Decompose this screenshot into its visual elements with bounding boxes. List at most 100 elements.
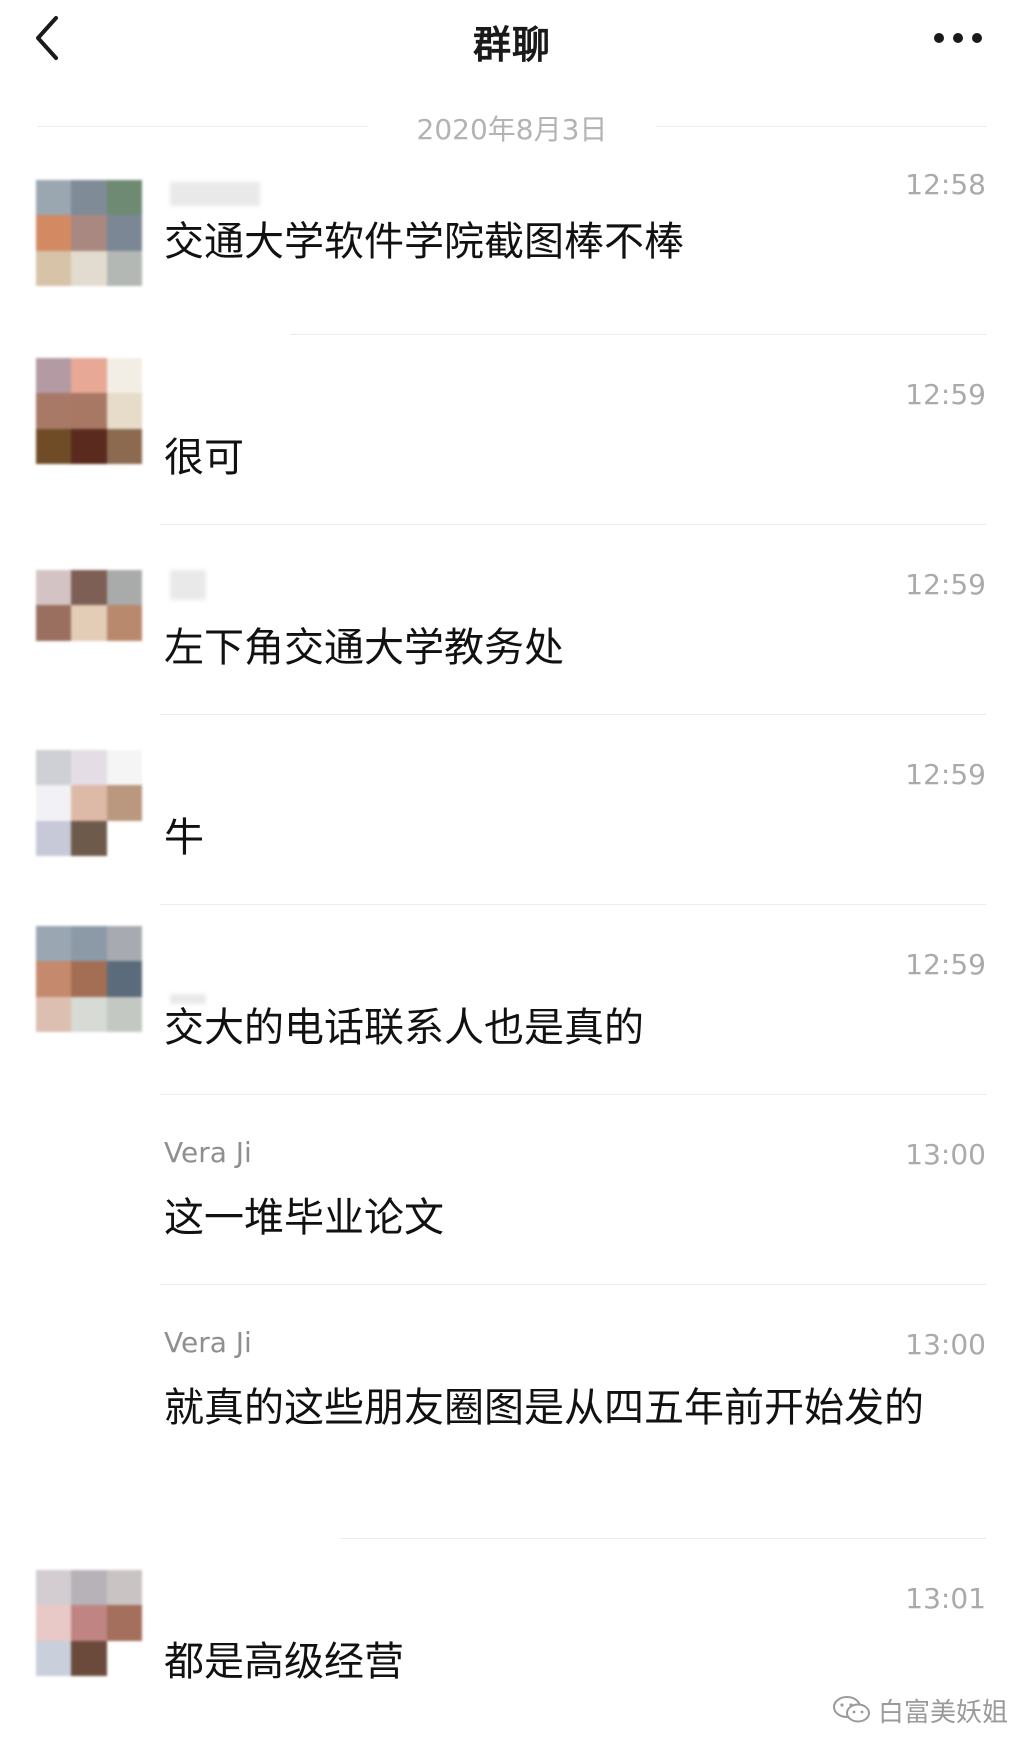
date-text: 2020年8月3日 (416, 113, 608, 146)
message-time: 12:59 (905, 758, 986, 791)
message-time: 12:59 (905, 568, 986, 601)
avatar-pixel (36, 820, 72, 856)
avatar-pixel (71, 640, 107, 676)
avatar-pixel (106, 250, 142, 286)
avatar-pixel (71, 180, 107, 216)
chat-message[interactable]: 12:58 交通大学软件学院截图棒不棒 (0, 160, 1024, 300)
avatar-pixel (106, 996, 142, 1032)
avatar-pixel (106, 358, 142, 394)
avatar-pixel (106, 605, 142, 641)
message-text: 左下角交通大学教务处 (164, 625, 564, 671)
avatar-pixel (36, 428, 72, 464)
avatar-pixel (106, 785, 142, 821)
avatar-pixel (106, 393, 142, 429)
watermark: 白富美妖姐 (832, 1688, 1008, 1732)
avatar-pixel (106, 926, 142, 962)
chat-message[interactable]: 12:59 交大的电话联系人也是真的 (0, 906, 1024, 1096)
message-text: 很可 (164, 435, 244, 481)
avatar[interactable] (36, 570, 142, 676)
avatar-pixel (36, 393, 72, 429)
message-time: 12:59 (905, 378, 986, 411)
avatar-pixel (71, 428, 107, 464)
avatar-pixel (36, 750, 72, 786)
message-divider (160, 904, 986, 905)
avatar-pixel (36, 926, 72, 962)
top-navigation-bar: 群聊 (0, 0, 1024, 86)
avatar-pixel (71, 393, 107, 429)
avatar-pixel (36, 570, 72, 606)
avatar-pixel (106, 1570, 142, 1606)
avatar-pixel (71, 358, 107, 394)
chat-message[interactable]: Vera Ji 13:00 就真的这些朋友圈图是从四五年前开始发的 (0, 1286, 1024, 1536)
avatar-pixel (71, 785, 107, 821)
avatar-pixel (36, 785, 72, 821)
message-text: 牛 (164, 815, 204, 861)
message-text: 这一堆毕业论文 (164, 1195, 444, 1241)
chat-message[interactable]: 12:59 牛 (0, 716, 1024, 906)
avatar-pixel (71, 926, 107, 962)
wechat-icon (832, 1696, 870, 1723)
message-text: 交大的电话联系人也是真的 (164, 1005, 644, 1051)
chat-message[interactable]: Vera Ji 13:00 这一堆毕业论文 (0, 1096, 1024, 1286)
avatar-pixel (71, 996, 107, 1032)
message-text: 都是高级经营 (164, 1639, 404, 1685)
avatar-pixel (106, 180, 142, 216)
avatar-pixel (36, 1605, 72, 1641)
avatar-pixel (36, 961, 72, 997)
message-text: 交通大学软件学院截图棒不棒 (164, 219, 684, 265)
avatar-pixel (106, 640, 142, 676)
avatar-pixel (71, 820, 107, 856)
avatar-pixel (106, 1605, 142, 1641)
avatar-pixel (71, 961, 107, 997)
avatar-pixel (106, 750, 142, 786)
avatar-pixel (36, 1640, 72, 1676)
avatar-pixel (36, 1570, 72, 1606)
blurred-sender-name (170, 570, 206, 600)
avatar-pixel (71, 250, 107, 286)
avatar-pixel (106, 820, 142, 856)
avatar-pixel (36, 250, 72, 286)
avatar-pixel (71, 570, 107, 606)
message-divider (160, 714, 986, 715)
watermark-text: 白富美妖姐 (877, 1697, 1008, 1728)
message-divider (160, 1094, 986, 1095)
date-separator: 2020年8月3日 (38, 106, 986, 146)
page-title: 群聊 (472, 23, 551, 67)
avatar-pixel (36, 605, 72, 641)
sender-name: Vera Ji (164, 1136, 252, 1169)
avatar[interactable] (36, 750, 142, 856)
avatar-pixel (106, 1640, 142, 1676)
message-text: 就真的这些朋友圈图是从四五年前开始发的 (164, 1385, 924, 1431)
avatar-pixel (106, 428, 142, 464)
avatar-pixel (106, 570, 142, 606)
message-time: 12:58 (905, 168, 986, 201)
message-divider (160, 524, 986, 525)
avatar-pixel (36, 640, 72, 676)
chat-message[interactable]: 12:59 很可 (0, 336, 1024, 526)
message-time: 13:00 (905, 1138, 986, 1171)
more-button[interactable] (928, 20, 988, 56)
message-divider (160, 1284, 986, 1285)
avatar-pixel (71, 1605, 107, 1641)
message-time: 12:59 (905, 948, 986, 981)
message-divider (290, 334, 986, 335)
avatar-pixel (36, 215, 72, 251)
blurred-sender-name (170, 182, 260, 206)
avatar[interactable] (36, 358, 142, 464)
avatar-pixel (36, 358, 72, 394)
avatar-pixel (71, 750, 107, 786)
avatar[interactable] (36, 180, 142, 286)
avatar-pixel (71, 215, 107, 251)
more-horizontal-icon (934, 33, 982, 43)
chat-message[interactable]: 12:59 左下角交通大学教务处 (0, 526, 1024, 716)
avatar-pixel (71, 1570, 107, 1606)
avatar-pixel (106, 215, 142, 251)
avatar[interactable] (36, 926, 142, 1032)
message-time: 13:00 (905, 1328, 986, 1361)
avatar-pixel (106, 961, 142, 997)
message-time: 13:01 (905, 1582, 986, 1615)
message-divider (340, 1538, 986, 1539)
sender-name: Vera Ji (164, 1326, 252, 1359)
avatar[interactable] (36, 1570, 142, 1676)
avatar-pixel (71, 605, 107, 641)
